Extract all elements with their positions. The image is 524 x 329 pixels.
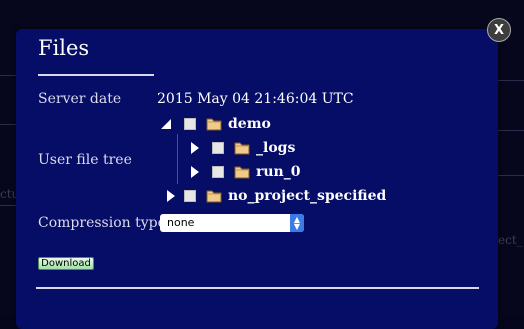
backdrop-divider <box>0 205 16 206</box>
triangle-right-icon <box>191 142 199 154</box>
expand-toggle[interactable] <box>164 189 176 203</box>
folder-icon <box>206 190 222 203</box>
file-tree-label: User file tree <box>38 152 132 168</box>
dialog-title: Files <box>38 36 90 60</box>
node-label[interactable]: _logs <box>256 140 295 156</box>
folder-icon <box>234 166 250 179</box>
backdrop-divider <box>498 80 524 81</box>
tree-node-no-project-specified[interactable]: no_project_specified <box>164 186 386 206</box>
tree-node-logs[interactable]: _logs <box>188 138 295 158</box>
backdrop-divider <box>0 75 16 76</box>
triangle-down-icon <box>161 119 171 129</box>
title-divider <box>38 74 154 76</box>
tree-node-run-0[interactable]: run_0 <box>188 162 300 182</box>
tree-guide-line <box>177 134 178 184</box>
node-checkbox[interactable] <box>184 190 196 202</box>
close-button[interactable]: X <box>487 18 511 42</box>
compression-type-select[interactable]: none ▲ ▼ <box>160 214 304 232</box>
triangle-right-icon <box>191 166 199 178</box>
backdrop-divider <box>498 130 524 131</box>
node-checkbox[interactable] <box>212 142 224 154</box>
select-arrows-icon: ▲ ▼ <box>290 214 304 232</box>
compression-type-value: none <box>167 216 195 229</box>
node-checkbox[interactable] <box>212 166 224 178</box>
node-checkbox[interactable] <box>184 118 196 130</box>
folder-icon <box>234 142 250 155</box>
node-label[interactable]: demo <box>228 116 271 132</box>
server-date-label: Server date <box>38 91 122 107</box>
folder-icon <box>206 118 222 131</box>
expand-toggle[interactable] <box>188 165 200 179</box>
server-date-value: 2015 May 04 21:46:04 UTC <box>157 91 354 107</box>
expand-toggle[interactable] <box>160 117 172 131</box>
expand-toggle[interactable] <box>188 141 200 155</box>
download-button[interactable]: Download <box>38 257 94 270</box>
bottom-divider <box>36 287 479 289</box>
compression-type-label: Compression type <box>38 215 166 231</box>
backdrop-divider <box>0 124 16 125</box>
node-label[interactable]: run_0 <box>256 164 300 180</box>
node-label[interactable]: no_project_specified <box>228 188 386 204</box>
tree-node-demo[interactable]: demo <box>160 114 271 134</box>
triangle-right-icon <box>167 190 175 202</box>
backdrop-divider <box>498 175 524 176</box>
backdrop-text-fragment: ect_ <box>498 233 523 247</box>
